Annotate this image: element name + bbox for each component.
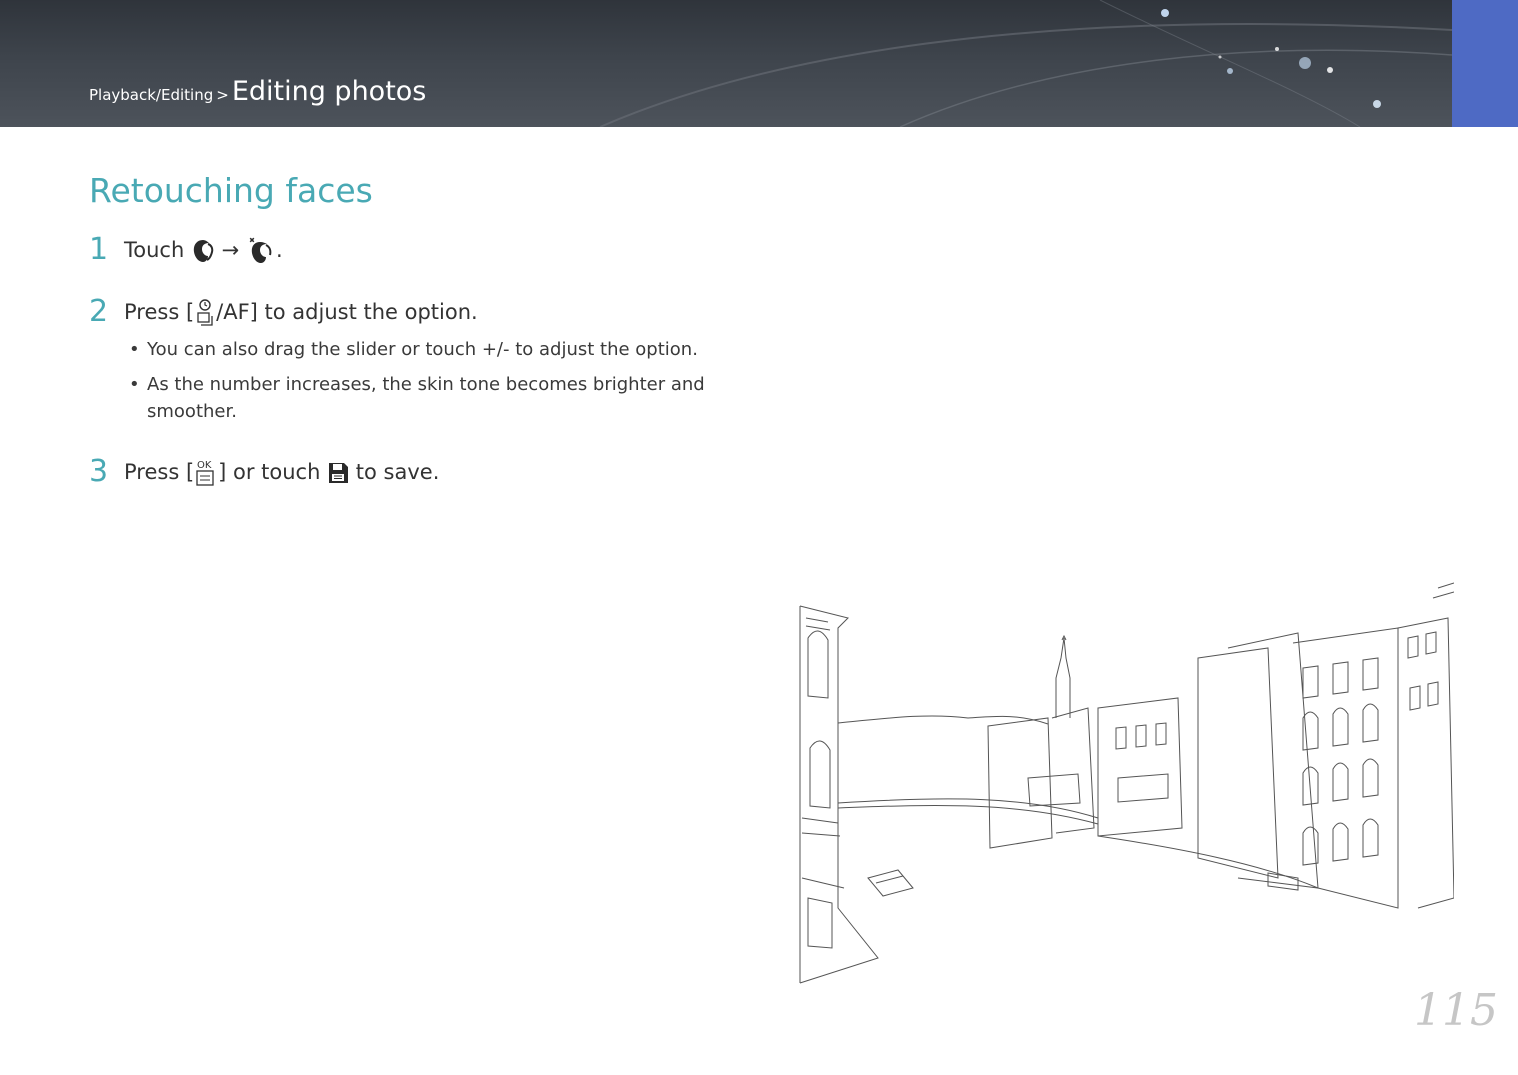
svg-text:OK: OK: [197, 460, 212, 471]
step-text: Touch → .: [124, 236, 283, 266]
face-retouch-icon: [193, 240, 214, 262]
step-text-middle: ] or touch: [218, 460, 321, 484]
breadcrumb-parent[interactable]: Playback/Editing: [89, 86, 213, 104]
page-number: 115: [1414, 985, 1498, 1036]
step-text-suffix: ] to adjust the option.: [249, 300, 478, 324]
ok-menu-icon: OK: [196, 460, 214, 486]
arrow: →: [221, 238, 240, 262]
bullet-dot: •: [129, 339, 140, 360]
breadcrumb: Playback/Editing > Editing photos: [89, 76, 426, 107]
step-text-suffix: .: [275, 238, 283, 262]
step-number: 2: [89, 294, 109, 329]
list-item: • As the number increases, the skin tone …: [129, 371, 707, 425]
save-icon: [329, 463, 349, 483]
step-number: 1: [89, 232, 109, 267]
header-decoration: [599, 0, 1452, 127]
list-item: • You can also drag the slider or touch +…: [129, 336, 707, 363]
breadcrumb-separator: >: [216, 86, 229, 104]
section-title: Retouching faces: [89, 171, 373, 210]
step-number: 3: [89, 454, 109, 489]
header-banner: Playback/Editing > Editing photos: [0, 0, 1452, 127]
step-text: Press [ OK ] or touch to save.: [124, 458, 439, 488]
step-text: Press [ /AF] to adjust the option.: [124, 298, 478, 328]
bullet-list: • You can also drag the slider or touch +…: [129, 336, 707, 433]
bullet-text: You can also drag the slider or touch +/…: [147, 339, 698, 360]
step-text-prefix: Press [: [124, 460, 195, 484]
bullet-dot: •: [129, 374, 140, 395]
timer-drive-icon: [197, 299, 213, 326]
step-text-prefix: Press [: [124, 300, 195, 324]
breadcrumb-current: Editing photos: [231, 76, 427, 107]
step-text-prefix: Touch: [124, 238, 185, 262]
chapter-tab[interactable]: [1452, 0, 1518, 127]
step-text-suffix: to save.: [355, 460, 440, 484]
venice-canal-illustration: [799, 582, 1454, 984]
bullet-text: As the number increases, the skin tone b…: [147, 374, 705, 422]
face-retouch-option-icon: [249, 237, 272, 263]
af-label: AF: [223, 300, 250, 324]
